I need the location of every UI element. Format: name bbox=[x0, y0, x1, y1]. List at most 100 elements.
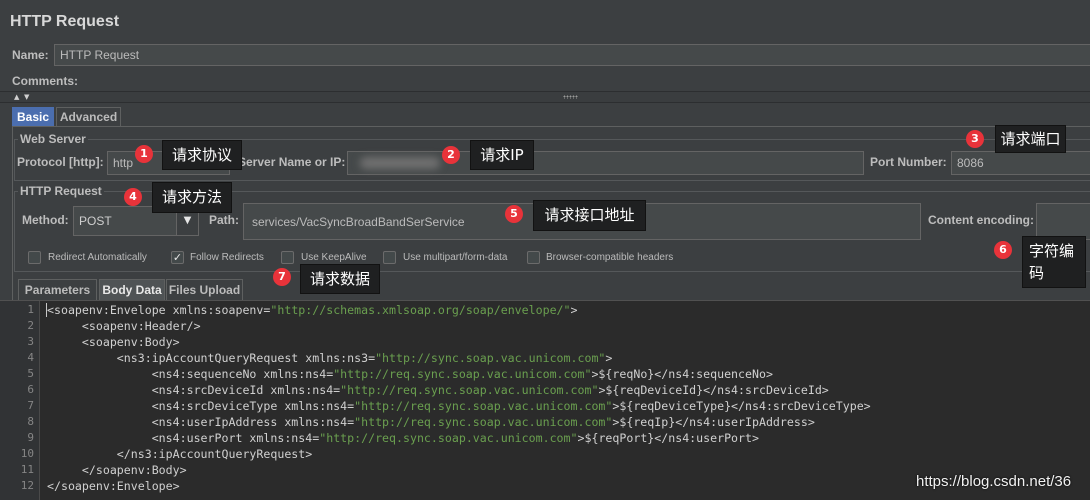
checkbox-label: Redirect Automatically bbox=[48, 252, 147, 263]
annotation-note: 请求数据 bbox=[300, 264, 380, 294]
panel-title: HTTP Request bbox=[10, 13, 120, 30]
code-line: 5 <ns4:sequenceNo xmlns:ns4="http://req.… bbox=[0, 366, 1090, 382]
tab-basic[interactable]: Basic bbox=[12, 107, 54, 126]
xml-attribute-value: "http://req.sync.soap.vac.unicom.com" bbox=[354, 399, 613, 413]
line-number: 5 bbox=[27, 367, 34, 380]
code-line: 4 <ns3:ipAccountQueryRequest xmlns:ns3="… bbox=[0, 350, 1090, 366]
comments-label: Comments: bbox=[12, 74, 79, 88]
xml-attribute-value: "http://req.sync.soap.vac.unicom.com" bbox=[340, 383, 599, 397]
collapse-up-icon[interactable]: ▲ bbox=[14, 92, 19, 102]
code-line: 7 <ns4:srcDeviceType xmlns:ns4="http://r… bbox=[0, 398, 1090, 414]
code-line-text[interactable]: <soapenv:Envelope xmlns:soapenv="http://… bbox=[47, 302, 578, 318]
path-label: Path: bbox=[209, 213, 239, 227]
annotation-badge: 1 bbox=[135, 145, 153, 163]
code-line-text[interactable]: <soapenv:Body> bbox=[47, 334, 180, 350]
code-line: 2 <soapenv:Header/> bbox=[0, 318, 1090, 334]
method-label: Method: bbox=[22, 213, 69, 227]
tab-label: Advanced bbox=[59, 110, 118, 124]
checkbox-label: Use multipart/form-data bbox=[403, 252, 508, 263]
code-line-text[interactable]: <soapenv:Header/> bbox=[47, 318, 201, 334]
code-line: 6 <ns4:srcDeviceId xmlns:ns4="http://req… bbox=[0, 382, 1090, 398]
annotation-badge: 3 bbox=[966, 130, 984, 148]
code-line-text[interactable]: </ns3:ipAccountQueryRequest> bbox=[47, 446, 312, 462]
tab-label: Parameters bbox=[24, 283, 91, 297]
comments-input[interactable] bbox=[82, 72, 1090, 90]
line-number: 4 bbox=[27, 351, 34, 364]
follow-redirects-checkbox[interactable]: ✓ bbox=[171, 251, 184, 264]
line-number: 2 bbox=[27, 319, 34, 332]
content-encoding-input[interactable] bbox=[1036, 203, 1090, 240]
checkmark-icon: ✓ bbox=[172, 251, 183, 264]
line-number: 6 bbox=[27, 383, 34, 396]
http-request-legend: HTTP Request bbox=[18, 183, 104, 199]
code-line: 1 <soapenv:Envelope xmlns:soapenv="http:/… bbox=[0, 302, 1090, 318]
expand-down-icon[interactable]: ▼ bbox=[24, 92, 29, 102]
checkbox-label: Follow Redirects bbox=[190, 252, 264, 263]
code-line: 9 <ns4:userPort xmlns:ns4="http://req.sy… bbox=[0, 430, 1090, 446]
port-label: Port Number: bbox=[870, 155, 947, 169]
use-multipart-checkbox[interactable]: ✓ bbox=[383, 251, 396, 264]
code-line-text[interactable]: <ns4:sequenceNo xmlns:ns4="http://req.sy… bbox=[47, 366, 773, 382]
line-number: 8 bbox=[27, 415, 34, 428]
code-line-text[interactable]: <ns3:ipAccountQueryRequest xmlns:ns3="ht… bbox=[47, 350, 613, 366]
annotation-badge: 5 bbox=[505, 205, 523, 223]
tab-body-data[interactable]: Body Data bbox=[99, 279, 165, 300]
code-line-text[interactable]: <ns4:userPort xmlns:ns4="http://req.sync… bbox=[47, 430, 759, 446]
code-line-text[interactable]: </soapenv:Envelope> bbox=[47, 478, 180, 494]
annotation-badge: 6 bbox=[994, 241, 1012, 259]
xml-attribute-value: "http://req.sync.soap.vac.unicom.com" bbox=[354, 415, 613, 429]
splitter-grip-icon[interactable] bbox=[563, 95, 578, 99]
xml-attribute-value: "http://sync.soap.vac.unicom.com" bbox=[375, 351, 606, 365]
path-input-value: services/VacSyncBroadBandSerService bbox=[252, 214, 465, 229]
line-number: 12 bbox=[20, 479, 34, 492]
line-number: 10 bbox=[20, 447, 34, 460]
web-server-legend: Web Server bbox=[18, 131, 88, 147]
splitter-bar[interactable]: ▲ ▼ bbox=[0, 91, 1090, 103]
content-encoding-label: Content encoding: bbox=[928, 213, 1034, 227]
code-line: 8 <ns4:userIpAddress xmlns:ns4="http://r… bbox=[0, 414, 1090, 430]
code-line: 10 </ns3:ipAccountQueryRequest> bbox=[0, 446, 1090, 462]
use-keepalive-checkbox[interactable]: ✓ bbox=[281, 251, 294, 264]
xml-attribute-value: "http://req.sync.soap.vac.unicom.com" bbox=[319, 431, 578, 445]
port-input[interactable]: 8086 bbox=[951, 151, 1090, 175]
code-line: 3 <soapenv:Body> bbox=[0, 334, 1090, 350]
annotation-note: 请求方法 bbox=[152, 182, 232, 213]
line-number: 3 bbox=[27, 335, 34, 348]
protocol-label: Protocol [http]: bbox=[17, 155, 104, 169]
annotation-note: 字符编码 bbox=[1022, 236, 1086, 288]
annotation-note: 请求协议 bbox=[162, 140, 242, 170]
tab-advanced[interactable]: Advanced bbox=[56, 107, 121, 126]
tab-label: Basic bbox=[16, 110, 50, 124]
tab-label: Body Data bbox=[102, 283, 162, 297]
watermark: https://blog.csdn.net/36 bbox=[916, 473, 1072, 490]
line-number: 11 bbox=[20, 463, 34, 476]
http-request-panel: HTTP Request Name: HTTP Request Comments… bbox=[0, 0, 1090, 500]
xml-attribute-value: "http://req.sync.soap.vac.unicom.com" bbox=[333, 367, 592, 381]
code-line-text[interactable]: <ns4:srcDeviceId xmlns:ns4="http://req.s… bbox=[47, 382, 829, 398]
annotation-badge: 4 bbox=[124, 188, 142, 206]
browser-compatible-headers-checkbox[interactable]: ✓ bbox=[527, 251, 540, 264]
name-label: Name: bbox=[12, 48, 49, 62]
tab-parameters[interactable]: Parameters bbox=[18, 279, 97, 300]
annotation-note: 请求端口 bbox=[995, 125, 1066, 153]
name-input[interactable]: HTTP Request bbox=[54, 44, 1090, 66]
port-input-value: 8086 bbox=[957, 156, 984, 170]
annotation-note: 请求接口地址 bbox=[533, 200, 646, 231]
line-number: 1 bbox=[27, 303, 34, 316]
name-input-value: HTTP Request bbox=[60, 48, 140, 62]
redirect-automatically-checkbox[interactable]: ✓ bbox=[28, 251, 41, 264]
line-number: 9 bbox=[27, 431, 34, 444]
tab-label: Files Upload bbox=[168, 283, 241, 297]
body-data-editor[interactable]: 1 <soapenv:Envelope xmlns:soapenv="http:/… bbox=[0, 300, 1090, 500]
code-line-text[interactable]: </soapenv:Body> bbox=[47, 462, 187, 478]
code-line-text[interactable]: <ns4:userIpAddress xmlns:ns4="http://req… bbox=[47, 414, 815, 430]
code-line-text[interactable]: <ns4:srcDeviceType xmlns:ns4="http://req… bbox=[47, 398, 871, 414]
tab-files-upload[interactable]: Files Upload bbox=[166, 279, 243, 300]
checkbox-label: Use KeepAlive bbox=[301, 252, 367, 263]
checkbox-label: Browser-compatible headers bbox=[546, 252, 674, 263]
redacted-blur bbox=[360, 157, 440, 169]
line-number: 7 bbox=[27, 399, 34, 412]
method-select-value: POST bbox=[79, 214, 112, 228]
annotation-note: 请求IP bbox=[470, 140, 534, 170]
protocol-input-value: http bbox=[113, 156, 134, 170]
